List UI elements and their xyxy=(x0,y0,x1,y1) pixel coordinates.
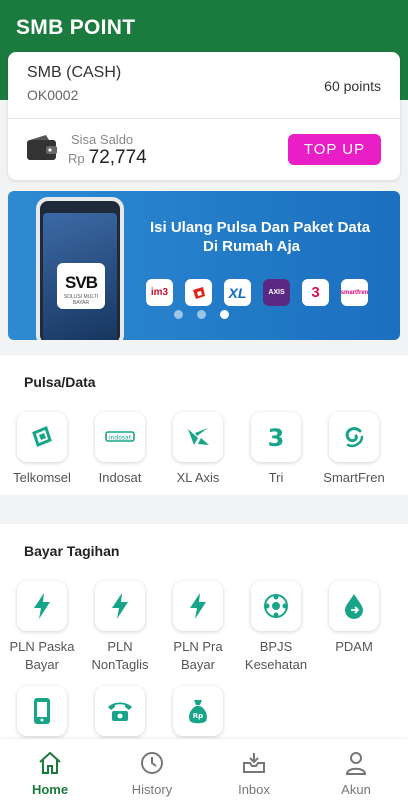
points-value: 60 points xyxy=(324,78,381,94)
svb-logo: SVB SOLUSI MULTI BAYAR xyxy=(57,263,105,309)
service-pdam[interactable]: PDAM xyxy=(315,581,393,656)
service-pln-nontaglis[interactable]: PLN NonTaglis xyxy=(81,581,159,674)
service-pln-pra-bayar[interactable]: PLN Pra Bayar xyxy=(159,581,237,674)
promo-banner[interactable]: SVB SOLUSI MULTI BAYAR Isi Ulang Pulsa Da… xyxy=(8,191,400,340)
service-telepon[interactable] xyxy=(81,686,159,743)
wallet-icon xyxy=(27,135,57,160)
top-up-button[interactable]: TOP UP xyxy=(288,134,381,165)
inbox-icon xyxy=(243,753,265,773)
nav-label: Home xyxy=(31,782,69,797)
smartfren-logo: smartfren xyxy=(341,279,368,306)
bpjs-icon xyxy=(264,594,288,618)
saldo-label: Sisa Saldo xyxy=(71,132,134,147)
banner-headline: Isi Ulang Pulsa Dan Paket Data xyxy=(150,219,371,236)
carousel-dot[interactable] xyxy=(174,310,183,319)
clock-icon xyxy=(141,752,163,774)
service-label: PLN NonTaglis xyxy=(91,639,149,672)
service-xl-axis[interactable]: XL Axis xyxy=(159,412,237,487)
service-label: Tri xyxy=(268,470,284,485)
account-card: SMB (CASH) OK0002 60 points Sisa Saldo R… xyxy=(8,52,400,180)
saldo-amount: Rp 72,774 xyxy=(68,147,147,169)
phone-illustration: SVB SOLUSI MULTI BAYAR xyxy=(36,197,124,340)
app-title: SMB POINT xyxy=(16,16,136,39)
tri-logo: 3 xyxy=(302,279,329,306)
service-label: PLN Paska Bayar xyxy=(9,639,75,672)
pulsa-data-section: Pulsa/Data Telkomsel indosat Indosat XL … xyxy=(0,355,408,495)
user-icon xyxy=(345,752,367,775)
nav-inbox[interactable]: Inbox xyxy=(214,751,294,797)
service-label: BPJS Kesehatan xyxy=(244,639,308,672)
account-id: OK0002 xyxy=(27,87,79,103)
lightning-icon xyxy=(112,593,128,619)
carousel-dots[interactable] xyxy=(174,310,229,319)
smartfren-icon xyxy=(345,427,364,448)
carousel-dot[interactable] xyxy=(197,310,206,319)
service-pln-paska-bayar[interactable]: PLN Paska Bayar xyxy=(3,581,81,674)
axis-logo: AXIS xyxy=(263,279,290,306)
home-icon xyxy=(39,751,61,774)
bottom-navigation: Home History Inbox Akun xyxy=(0,739,408,800)
service-label: XL Axis xyxy=(176,470,220,485)
carousel-dot-active[interactable] xyxy=(220,310,229,319)
nav-history[interactable]: History xyxy=(112,751,192,797)
service-pulsa-pascabayar[interactable] xyxy=(3,686,81,743)
telephone-icon xyxy=(108,702,132,721)
account-name: SMB (CASH) xyxy=(27,64,122,81)
svg-text:Rp: Rp xyxy=(193,712,203,720)
lightning-icon xyxy=(190,593,206,619)
banner-subheadline: Di Rumah Aja xyxy=(203,238,300,255)
service-indosat[interactable]: indosat Indosat xyxy=(81,412,159,487)
section-title-pulsa: Pulsa/Data xyxy=(24,374,96,390)
mobile-phone-icon xyxy=(34,698,50,724)
nav-label: Inbox xyxy=(238,782,270,797)
operator-logos: im3 XL AXIS 3 smartfren xyxy=(146,279,368,306)
svg-text:3: 3 xyxy=(268,424,285,451)
service-finance[interactable]: Rp xyxy=(159,686,237,743)
im3-logo: im3 xyxy=(146,279,173,306)
nav-label: Akun xyxy=(341,782,371,797)
section-title-tagihan: Bayar Tagihan xyxy=(24,543,120,559)
service-label: Indosat xyxy=(98,470,142,485)
money-bag-icon: Rp xyxy=(189,700,207,724)
service-label: PLN Pra Bayar xyxy=(173,639,223,672)
currency-label: Rp xyxy=(68,151,85,166)
bayar-tagihan-section: Bayar Tagihan PLN Paska Bayar PLN NonTag… xyxy=(0,524,408,754)
service-label: SmartFren xyxy=(323,470,385,485)
indosat-icon: indosat xyxy=(105,431,135,442)
service-bpjs-kesehatan[interactable]: BPJS Kesehatan xyxy=(237,581,315,674)
telkomsel-icon xyxy=(32,425,52,448)
lightning-icon xyxy=(34,593,50,619)
xl-axis-icon xyxy=(188,428,209,445)
water-drop-icon xyxy=(345,594,363,619)
xl-logo: XL xyxy=(224,279,251,306)
tri-icon: 3 xyxy=(268,424,285,451)
balance-value: 72,774 xyxy=(88,147,147,168)
card-divider xyxy=(8,118,400,119)
service-label: PDAM xyxy=(335,639,373,654)
nav-home[interactable]: Home xyxy=(10,751,90,797)
nav-label: History xyxy=(131,782,173,797)
svg-text:indosat: indosat xyxy=(109,435,132,442)
service-label: Telkomsel xyxy=(13,470,71,485)
telkomsel-logo xyxy=(185,279,212,306)
nav-akun[interactable]: Akun xyxy=(316,751,396,797)
service-telkomsel[interactable]: Telkomsel xyxy=(3,412,81,487)
service-smartfren[interactable]: SmartFren xyxy=(315,412,393,487)
service-tri[interactable]: 3 Tri xyxy=(237,412,315,487)
